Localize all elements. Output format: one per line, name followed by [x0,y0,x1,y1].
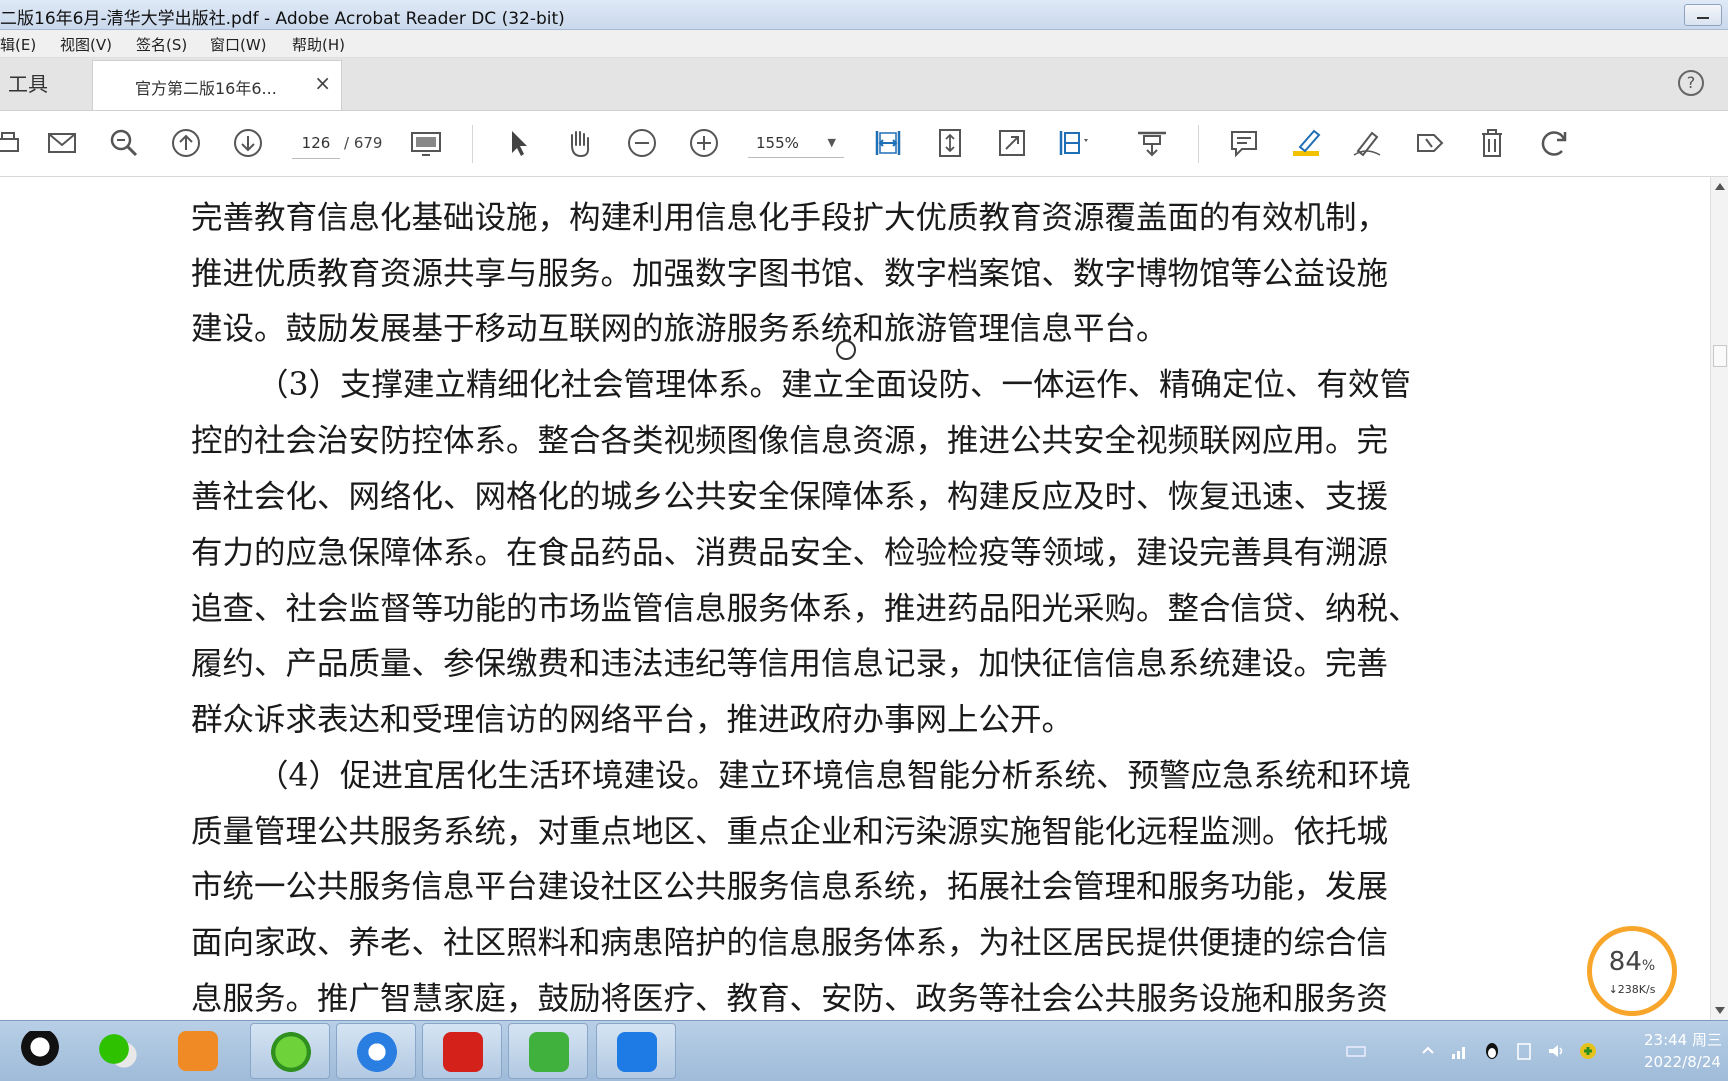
zoom-out-icon[interactable] [624,125,660,161]
menu-window[interactable]: 窗口(W) [210,34,267,55]
document-line: 追查、社会监督等功能的市场监管信息服务体系，推进药品阳光采购。整合信贷、纳税、 [191,591,1420,627]
rotate-icon[interactable] [1536,125,1572,161]
system-tray: 23:44 周三 2022/8/24 [1278,1021,1728,1081]
security-tray-icon[interactable] [1578,1041,1598,1061]
widget-percent: 84% [1608,947,1656,977]
page-layout-icon[interactable] [1056,125,1092,161]
browser-icon [271,1032,311,1072]
chevron-down-icon: ▼ [827,136,836,149]
menu-sign[interactable]: 签名(S) [136,34,187,55]
search-icon[interactable] [106,125,142,161]
draw-sign-icon[interactable] [1350,125,1386,161]
delete-icon[interactable] [1474,125,1510,161]
taskbar-qt[interactable] [508,1023,588,1079]
scrollbar-thumb[interactable] [1713,345,1727,367]
acrobat-icon [443,1032,483,1072]
fit-width-icon[interactable] [870,125,906,161]
tab-document[interactable]: 官方第二版16年6... × [92,60,342,110]
tab-bar: 工具 官方第二版16年6... × ? [0,58,1728,111]
taskbar-wechat[interactable] [78,1023,158,1079]
qt-icon [529,1032,569,1072]
cloud-app-icon [617,1032,657,1072]
menu-view[interactable]: 视图(V) [60,34,112,55]
taskbar-sogou[interactable] [336,1023,416,1079]
document-line: 建设。鼓励发展基于移动互联网的旅游服务系统和旅游管理信息平台。 [191,311,1168,347]
email-icon[interactable] [44,125,80,161]
volume-icon[interactable] [1546,1041,1566,1061]
taskbar-app[interactable] [596,1023,676,1079]
zoom-in-icon[interactable] [686,125,722,161]
zoom-value: 155% [756,134,799,152]
toolbar-divider [1198,125,1199,163]
document-line: 息服务。推广智慧家庭，鼓励将医疗、教育、安防、政务等社会公共服务设施和服务资 [191,981,1389,1017]
vertical-scrollbar[interactable] [1710,177,1728,1020]
scroll-up-icon[interactable] [1715,183,1725,190]
comment-icon[interactable] [1226,125,1262,161]
clipboard-icon[interactable] [1514,1041,1534,1061]
next-page-icon[interactable] [230,125,266,161]
toolbar: 126 / 679 155% ▼ [0,111,1728,177]
taskbar: 23:44 周三 2022/8/24 [0,1020,1728,1081]
document-line: （3）支撑建立精细化社会管理体系。建立全面设防、一体运作、精确定位、有效管 [257,367,1412,403]
mouse-cursor-icon [836,340,856,360]
document-view[interactable]: 完善教育信息化基础设施，构建利用信息化手段扩大优质教育资源覆盖面的有效机制， 推… [0,177,1710,1020]
menu-bar: 辑(E) 视图(V) 签名(S) 窗口(W) 帮助(H) [0,30,1728,58]
help-icon[interactable]: ? [1678,70,1704,96]
network-speed-widget[interactable]: 84% ↓238K/s [1587,926,1677,1016]
document-line: 推进优质教育资源共享与服务。加强数字图书馆、数字档案馆、数字博物馆等公益设施 [191,256,1389,292]
clock-time: 23:44 周三 [1644,1031,1722,1049]
taskbar-acrobat[interactable] [422,1023,502,1079]
keyboard-icon[interactable] [1346,1041,1366,1061]
taskbar-qq[interactable] [0,1023,80,1079]
scroll-down-icon[interactable] [1715,1007,1725,1014]
document-line: 有力的应急保障体系。在食品药品、消费品安全、检验检疫等领域，建设完善具有溯源 [191,535,1389,571]
wechat-icon [98,1031,138,1071]
taskbar-media-player[interactable] [158,1023,238,1079]
highlight-icon[interactable] [1288,125,1324,161]
zoom-select[interactable]: 155% ▼ [748,128,844,158]
print-icon[interactable] [0,125,26,161]
qq-penguin-icon [20,1031,60,1071]
menu-edit[interactable]: 辑(E) [0,34,36,55]
display-mode-icon[interactable] [408,125,444,161]
qq-tray-icon[interactable] [1482,1041,1502,1061]
media-player-icon [178,1031,218,1071]
sogou-icon [357,1032,397,1072]
previous-page-icon[interactable] [168,125,204,161]
title-bar: 二版16年6月-清华大学出版社.pdf - Adobe Acrobat Read… [0,0,1728,30]
taskbar-browser[interactable] [250,1023,330,1079]
page-total: / 679 [344,134,383,152]
tab-document-label: 官方第二版16年6... [135,79,277,98]
document-line: 市统一公共服务信息平台建设社区公共服务信息系统，拓展社会管理和服务功能，发展 [191,869,1389,905]
document-line: 善社会化、网络化、网格化的城乡公共安全保障体系，构建反应及时、恢复迅速、支援 [191,479,1389,515]
show-hidden-icons-icon[interactable] [1418,1041,1438,1061]
minimize-button[interactable] [1684,4,1722,26]
document-line: 履约、产品质量、参保缴费和违法违纪等信用信息记录，加快征信信息系统建设。完善 [191,646,1389,682]
document-line: 面向家政、养老、社区照料和病患陪护的信息服务体系，为社区居民提供便捷的综合信 [191,925,1389,961]
read-mode-icon[interactable] [1134,125,1170,161]
system-clock[interactable]: 23:44 周三 2022/8/24 [1644,1029,1728,1073]
page-number-input[interactable]: 126 [292,128,340,159]
document-line: 群众诉求表达和受理信访的网络平台，推进政府办事网上公开。 [191,702,1074,738]
document-line: 完善教育信息化基础设施，构建利用信息化手段扩大优质教育资源覆盖面的有效机制， [191,200,1389,236]
fit-page-icon[interactable] [932,125,968,161]
select-cursor-icon[interactable] [500,125,536,161]
close-tab-icon[interactable]: × [314,71,331,95]
full-screen-icon[interactable] [994,125,1030,161]
tab-tools[interactable]: 工具 [0,58,92,110]
window-title: 二版16年6月-清华大学出版社.pdf - Adobe Acrobat Read… [0,9,565,29]
hand-tool-icon[interactable] [562,125,598,161]
document-line: 质量管理公共服务系统，对重点地区、重点企业和污染源实施智能化远程监测。依托城 [191,814,1389,850]
stamp-icon[interactable] [1412,125,1448,161]
clock-date: 2022/8/24 [1644,1053,1721,1071]
network-signal-icon[interactable] [1450,1041,1470,1061]
widget-speed: ↓238K/s [1608,983,1656,996]
toolbar-divider [472,125,473,163]
menu-help[interactable]: 帮助(H) [292,34,345,55]
document-line: 控的社会治安防控体系。整合各类视频图像信息资源，推进公共安全视频联网应用。完 [191,423,1389,459]
document-line: （4）促进宜居化生活环境建设。建立环境信息智能分析系统、预警应急系统和环境 [257,758,1412,794]
